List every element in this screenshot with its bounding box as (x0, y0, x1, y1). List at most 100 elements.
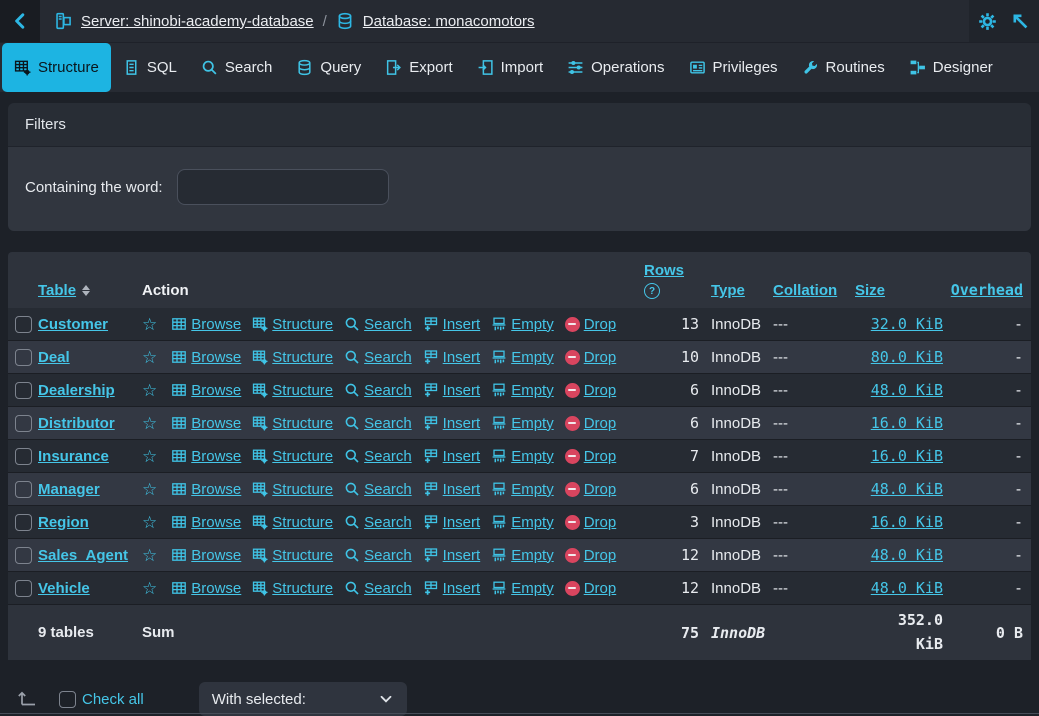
row-size-link[interactable]: 32.0 KiB (871, 315, 943, 333)
action-drop-link[interactable]: Drop (565, 415, 617, 432)
scroll-to-top-icon[interactable] (1011, 12, 1030, 31)
action-empty-link[interactable]: Empty (491, 316, 554, 333)
check-all-checkbox[interactable] (59, 691, 76, 708)
action-insert-link[interactable]: Insert (423, 481, 481, 498)
action-structure-link[interactable]: Structure (252, 316, 333, 333)
containing-word-input[interactable] (177, 169, 389, 205)
row-checkbox[interactable] (15, 580, 32, 597)
row-checkbox[interactable] (15, 514, 32, 531)
favorite-star-icon[interactable]: ☆ (142, 580, 157, 597)
action-browse-link[interactable]: Browse (171, 448, 241, 465)
breadcrumb-server-link[interactable]: Server: shinobi-academy-database (81, 13, 314, 30)
check-all-label[interactable]: Check all (82, 691, 144, 708)
tab-search[interactable]: Search (189, 43, 285, 92)
row-checkbox[interactable] (15, 316, 32, 333)
table-name-link[interactable]: Dealership (38, 382, 115, 399)
action-drop-link[interactable]: Drop (565, 481, 617, 498)
favorite-star-icon[interactable]: ☆ (142, 514, 157, 531)
action-search-link[interactable]: Search (344, 415, 412, 432)
rows-help-icon[interactable]: ? (644, 283, 660, 299)
sort-by-table-link[interactable]: Table (38, 282, 76, 299)
favorite-star-icon[interactable]: ☆ (142, 481, 157, 498)
action-structure-link[interactable]: Structure (252, 415, 333, 432)
action-empty-link[interactable]: Empty (491, 547, 554, 564)
action-insert-link[interactable]: Insert (423, 514, 481, 531)
action-empty-link[interactable]: Empty (491, 349, 554, 366)
sort-by-rows-link[interactable]: Rows (644, 262, 684, 279)
row-checkbox[interactable] (15, 382, 32, 399)
with-selected-dropdown[interactable]: With selected: (199, 682, 407, 716)
action-drop-link[interactable]: Drop (565, 349, 617, 366)
action-search-link[interactable]: Search (344, 316, 412, 333)
table-name-link[interactable]: Distributor (38, 415, 115, 432)
favorite-star-icon[interactable]: ☆ (142, 382, 157, 399)
favorite-star-icon[interactable]: ☆ (142, 316, 157, 333)
action-browse-link[interactable]: Browse (171, 316, 241, 333)
favorite-star-icon[interactable]: ☆ (142, 349, 157, 366)
action-empty-link[interactable]: Empty (491, 415, 554, 432)
back-button[interactable] (0, 0, 40, 42)
tab-routines[interactable]: Routines (790, 43, 897, 92)
row-size-link[interactable]: 16.0 KiB (871, 414, 943, 432)
action-structure-link[interactable]: Structure (252, 547, 333, 564)
action-empty-link[interactable]: Empty (491, 382, 554, 399)
action-browse-link[interactable]: Browse (171, 547, 241, 564)
action-insert-link[interactable]: Insert (423, 349, 481, 366)
action-insert-link[interactable]: Insert (423, 415, 481, 432)
action-browse-link[interactable]: Browse (171, 349, 241, 366)
row-checkbox[interactable] (15, 349, 32, 366)
row-size-link[interactable]: 48.0 KiB (871, 546, 943, 564)
action-browse-link[interactable]: Browse (171, 514, 241, 531)
row-checkbox[interactable] (15, 415, 32, 432)
table-name-link[interactable]: Region (38, 514, 89, 531)
action-search-link[interactable]: Search (344, 580, 412, 597)
favorite-star-icon[interactable]: ☆ (142, 547, 157, 564)
table-name-link[interactable]: Manager (38, 481, 100, 498)
action-empty-link[interactable]: Empty (491, 514, 554, 531)
favorite-star-icon[interactable]: ☆ (142, 415, 157, 432)
breadcrumb-database-link[interactable]: Database: monacomotors (363, 13, 535, 30)
action-structure-link[interactable]: Structure (252, 382, 333, 399)
table-name-link[interactable]: Insurance (38, 448, 109, 465)
action-drop-link[interactable]: Drop (565, 580, 617, 597)
action-structure-link[interactable]: Structure (252, 514, 333, 531)
tab-import[interactable]: Import (465, 43, 556, 92)
sort-by-overhead-link[interactable]: Overhead (951, 281, 1023, 299)
action-drop-link[interactable]: Drop (565, 448, 617, 465)
row-size-link[interactable]: 48.0 KiB (871, 480, 943, 498)
sort-arrows-icon[interactable] (82, 285, 90, 296)
tab-export[interactable]: Export (373, 43, 464, 92)
action-insert-link[interactable]: Insert (423, 382, 481, 399)
action-structure-link[interactable]: Structure (252, 448, 333, 465)
action-browse-link[interactable]: Browse (171, 481, 241, 498)
action-structure-link[interactable]: Structure (252, 349, 333, 366)
action-drop-link[interactable]: Drop (565, 382, 617, 399)
action-browse-link[interactable]: Browse (171, 382, 241, 399)
tab-privileges[interactable]: Privileges (677, 43, 790, 92)
action-insert-link[interactable]: Insert (423, 547, 481, 564)
sort-by-type-link[interactable]: Type (711, 282, 745, 299)
table-name-link[interactable]: Vehicle (38, 580, 90, 597)
action-empty-link[interactable]: Empty (491, 448, 554, 465)
action-search-link[interactable]: Search (344, 547, 412, 564)
action-insert-link[interactable]: Insert (423, 580, 481, 597)
action-search-link[interactable]: Search (344, 349, 412, 366)
tab-sql[interactable]: SQL (111, 43, 189, 92)
sort-by-collation-link[interactable]: Collation (773, 282, 837, 299)
row-size-link[interactable]: 48.0 KiB (871, 579, 943, 597)
action-drop-link[interactable]: Drop (565, 547, 617, 564)
tab-structure[interactable]: Structure (2, 43, 111, 92)
action-structure-link[interactable]: Structure (252, 580, 333, 597)
favorite-star-icon[interactable]: ☆ (142, 448, 157, 465)
table-name-link[interactable]: Deal (38, 349, 70, 366)
tab-designer[interactable]: Designer (897, 43, 1005, 92)
action-empty-link[interactable]: Empty (491, 580, 554, 597)
row-size-link[interactable]: 16.0 KiB (871, 513, 943, 531)
table-name-link[interactable]: Sales_Agent (38, 547, 128, 564)
action-drop-link[interactable]: Drop (565, 514, 617, 531)
row-checkbox[interactable] (15, 547, 32, 564)
tab-query[interactable]: Query (284, 43, 373, 92)
row-size-link[interactable]: 48.0 KiB (871, 381, 943, 399)
row-size-link[interactable]: 16.0 KiB (871, 447, 943, 465)
action-search-link[interactable]: Search (344, 514, 412, 531)
